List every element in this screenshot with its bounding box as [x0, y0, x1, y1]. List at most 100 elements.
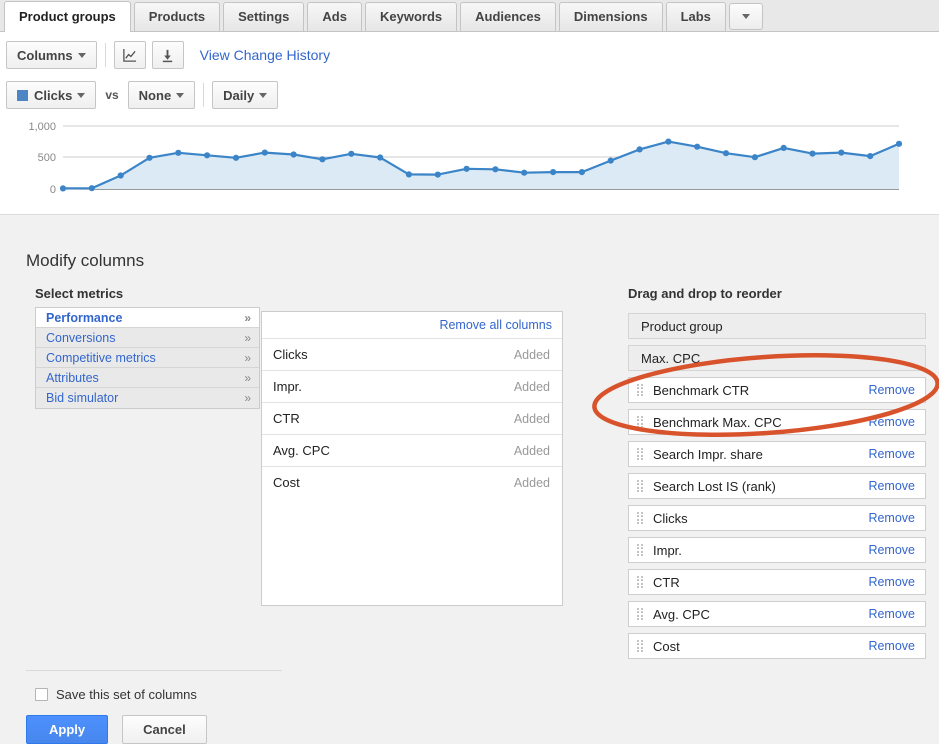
- chart-data-point[interactable]: [723, 150, 729, 156]
- remove-link[interactable]: Remove: [868, 607, 915, 621]
- category-competitive-metrics[interactable]: Competitive metrics »: [36, 348, 259, 368]
- chart-data-point[interactable]: [637, 146, 643, 152]
- chart-data-point[interactable]: [60, 185, 66, 191]
- category-attributes[interactable]: Attributes »: [36, 368, 259, 388]
- remove-link[interactable]: Remove: [868, 543, 915, 557]
- drag-handle-icon[interactable]: [637, 640, 644, 653]
- primary-metric-dropdown[interactable]: Clicks: [6, 81, 96, 109]
- chart-data-point[interactable]: [175, 150, 181, 156]
- chart-toggle-button[interactable]: [114, 41, 146, 69]
- remove-link[interactable]: Remove: [868, 511, 915, 525]
- chart-data-point[interactable]: [752, 154, 758, 160]
- reorder-item-cost[interactable]: Cost Remove: [628, 633, 926, 659]
- chart-data-point[interactable]: [521, 170, 527, 176]
- chart-data-point[interactable]: [291, 151, 297, 157]
- tab-audiences[interactable]: Audiences: [460, 2, 556, 31]
- granularity-label: Daily: [223, 88, 254, 103]
- tab-products[interactable]: Products: [134, 2, 220, 31]
- chart-data-point[interactable]: [809, 151, 815, 157]
- metric-row-ctr[interactable]: CTR Added: [262, 402, 562, 434]
- columns-button[interactable]: Columns: [6, 41, 97, 69]
- category-conversions[interactable]: Conversions »: [36, 328, 259, 348]
- granularity-dropdown[interactable]: Daily: [212, 81, 278, 109]
- reorder-item-benchmark-max-cpc[interactable]: Benchmark Max. CPC Remove: [628, 409, 926, 435]
- chart-data-point[interactable]: [665, 139, 671, 145]
- chart-data-point[interactable]: [406, 171, 412, 177]
- category-bid-simulator[interactable]: Bid simulator »: [36, 388, 259, 408]
- secondary-metric-dropdown[interactable]: None: [128, 81, 196, 109]
- drag-handle-icon[interactable]: [637, 512, 644, 525]
- reorder-item-ctr[interactable]: CTR Remove: [628, 569, 926, 595]
- drag-handle-icon[interactable]: [637, 576, 644, 589]
- chart-svg: 1,000 500 0: [0, 112, 939, 208]
- chart-data-point[interactable]: [867, 153, 873, 159]
- apply-button[interactable]: Apply: [26, 715, 108, 744]
- metric-row-clicks[interactable]: Clicks Added: [262, 338, 562, 370]
- reorder-item-label: Benchmark CTR: [653, 383, 868, 398]
- remove-link[interactable]: Remove: [868, 575, 915, 589]
- metric-state: Added: [514, 348, 550, 362]
- reorder-item-label: Search Impr. share: [653, 447, 868, 462]
- drag-handle-icon[interactable]: [637, 608, 644, 621]
- metric-row-cost[interactable]: Cost Added: [262, 466, 562, 498]
- reorder-item-label: Search Lost IS (rank): [653, 479, 868, 494]
- chart-data-point[interactable]: [694, 144, 700, 150]
- chart-data-point[interactable]: [204, 152, 210, 158]
- metric-row-avg-cpc[interactable]: Avg. CPC Added: [262, 434, 562, 466]
- chart-data-point[interactable]: [118, 172, 124, 178]
- tab-keywords[interactable]: Keywords: [365, 2, 457, 31]
- remove-link[interactable]: Remove: [868, 415, 915, 429]
- chart-data-point[interactable]: [896, 141, 902, 147]
- remove-link[interactable]: Remove: [868, 479, 915, 493]
- tab-label: Product groups: [19, 9, 116, 24]
- drag-handle-icon[interactable]: [637, 544, 644, 557]
- chart-data-point[interactable]: [838, 150, 844, 156]
- reorder-item-label: Product group: [641, 319, 915, 334]
- line-chart-icon: [122, 48, 137, 63]
- metric-row-impr[interactable]: Impr. Added: [262, 370, 562, 402]
- tab-ads[interactable]: Ads: [307, 2, 362, 31]
- reorder-item-search-impr-share[interactable]: Search Impr. share Remove: [628, 441, 926, 467]
- tab-product-groups[interactable]: Product groups: [4, 1, 131, 32]
- chart-data-point[interactable]: [262, 150, 268, 156]
- chart-data-point[interactable]: [348, 151, 354, 157]
- chart-data-point[interactable]: [377, 154, 383, 160]
- reorder-item-search-lost-is-rank[interactable]: Search Lost IS (rank) Remove: [628, 473, 926, 499]
- reorder-item-impr[interactable]: Impr. Remove: [628, 537, 926, 563]
- remove-link[interactable]: Remove: [868, 447, 915, 461]
- remove-all-columns-link[interactable]: Remove all columns: [439, 318, 552, 332]
- tab-labs[interactable]: Labs: [666, 2, 726, 31]
- cancel-button[interactable]: Cancel: [122, 715, 207, 744]
- view-change-history-link[interactable]: View Change History: [200, 47, 330, 63]
- chart-data-point[interactable]: [550, 169, 556, 175]
- chart-data-point[interactable]: [233, 155, 239, 161]
- reorder-item-avg-cpc[interactable]: Avg. CPC Remove: [628, 601, 926, 627]
- tab-overflow-button[interactable]: [729, 3, 763, 30]
- tab-settings[interactable]: Settings: [223, 2, 304, 31]
- chart-data-point[interactable]: [146, 155, 152, 161]
- metric-state: Added: [514, 444, 550, 458]
- drag-handle-icon[interactable]: [637, 480, 644, 493]
- drag-handle-icon[interactable]: [637, 416, 644, 429]
- save-columns-checkbox[interactable]: [35, 688, 48, 701]
- reorder-item-benchmark-ctr[interactable]: Benchmark CTR Remove: [628, 377, 926, 403]
- reorder-item-clicks[interactable]: Clicks Remove: [628, 505, 926, 531]
- tab-dimensions[interactable]: Dimensions: [559, 2, 663, 31]
- metric-label: Impr.: [273, 379, 302, 394]
- chart-data-point[interactable]: [608, 158, 614, 164]
- remove-link[interactable]: Remove: [868, 639, 915, 653]
- metric-state: Added: [514, 380, 550, 394]
- chart-data-point[interactable]: [319, 156, 325, 162]
- chart-data-point[interactable]: [492, 166, 498, 172]
- drag-handle-icon[interactable]: [637, 448, 644, 461]
- drag-handle-icon[interactable]: [637, 384, 644, 397]
- download-button[interactable]: [152, 41, 184, 69]
- chevron-down-icon: [259, 93, 267, 98]
- chart-data-point[interactable]: [781, 145, 787, 151]
- chart-data-point[interactable]: [464, 166, 470, 172]
- remove-link[interactable]: Remove: [868, 383, 915, 397]
- chart-data-point[interactable]: [435, 172, 441, 178]
- chart-data-point[interactable]: [579, 169, 585, 175]
- chart-data-point[interactable]: [89, 185, 95, 191]
- category-performance[interactable]: Performance »: [36, 308, 259, 328]
